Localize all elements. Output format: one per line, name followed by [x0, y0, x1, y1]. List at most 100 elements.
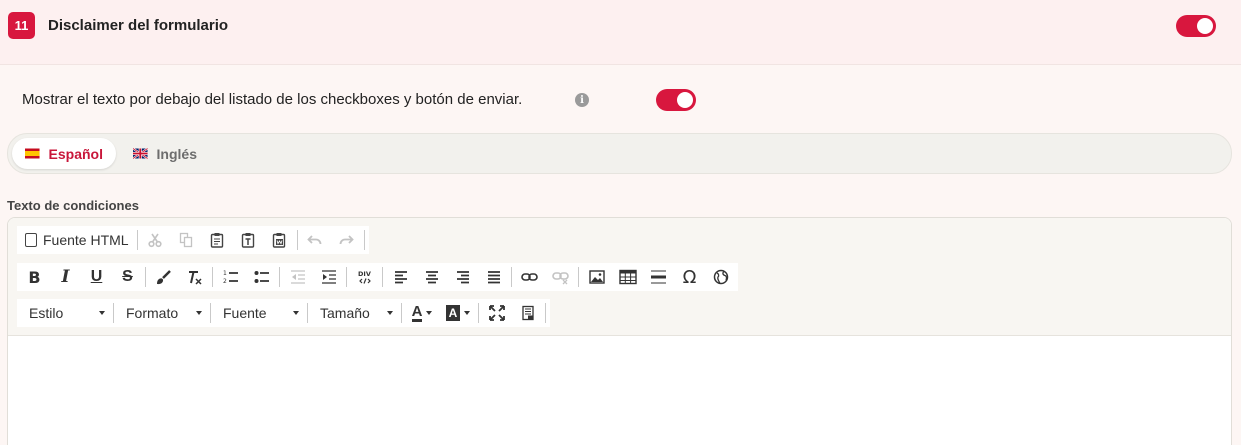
horizontal-rule-icon: [651, 270, 666, 284]
toolbar-separator: [296, 230, 298, 250]
copy-button[interactable]: [171, 226, 202, 254]
cut-icon: [148, 233, 162, 248]
rich-text-editor: Fuente HTML B I U S 1 2 DIV Ω Estilo For…: [7, 217, 1232, 445]
bold-icon: B: [28, 267, 41, 287]
chevron-down-icon: [99, 311, 105, 315]
paste-icon: [210, 233, 224, 248]
spain-flag-icon: [25, 148, 40, 159]
format-dropdown[interactable]: Formato: [116, 299, 208, 327]
toolbar-row-styles: Estilo Formato Fuente Tamaño A A: [17, 299, 550, 327]
style-dropdown[interactable]: Estilo: [19, 299, 111, 327]
font-dropdown[interactable]: Fuente: [213, 299, 305, 327]
outdent-icon: [290, 270, 305, 284]
toolbar-separator: [382, 267, 383, 287]
align-center-icon: [425, 271, 438, 284]
italic-button[interactable]: I: [50, 263, 81, 291]
toolbar-separator: [478, 303, 479, 323]
numbered-list-icon: 12: [223, 270, 238, 285]
chevron-down-icon: [387, 311, 393, 315]
section-enable-toggle[interactable]: [1176, 15, 1216, 37]
bulleted-list-button[interactable]: [246, 263, 277, 291]
tab-english[interactable]: Inglés: [120, 138, 210, 169]
link-icon: [521, 273, 538, 281]
text-color-button[interactable]: A: [404, 299, 440, 327]
paste-button[interactable]: [202, 226, 233, 254]
decrease-indent-button[interactable]: [282, 263, 313, 291]
create-div-button[interactable]: DIV: [349, 263, 380, 291]
chevron-down-icon: [464, 311, 471, 315]
undo-button[interactable]: [300, 226, 331, 254]
link-button[interactable]: [514, 263, 545, 291]
chevron-down-icon: [293, 311, 299, 315]
editor-toolbar: Fuente HTML B I U S 1 2 DIV Ω Estilo For…: [8, 218, 1231, 336]
toolbar-separator: [578, 267, 579, 287]
toggle-knob: [677, 92, 693, 108]
paste-text-icon: [241, 233, 255, 248]
toolbar-separator: [136, 230, 138, 250]
cut-button[interactable]: [140, 226, 171, 254]
copy-format-button[interactable]: [148, 263, 179, 291]
text-color-icon: A: [411, 302, 423, 322]
strikethrough-button[interactable]: S: [112, 263, 143, 291]
remove-format-button[interactable]: [179, 263, 210, 291]
copy-icon: [179, 232, 193, 248]
increase-indent-button[interactable]: [313, 263, 344, 291]
size-dropdown-label: Tamaño: [320, 305, 370, 321]
globe-icon: [713, 269, 728, 285]
tab-spanish[interactable]: Español: [12, 138, 116, 169]
show-blocks-button[interactable]: [512, 299, 543, 327]
maximize-button[interactable]: [481, 299, 512, 327]
background-color-button[interactable]: A: [440, 299, 476, 327]
style-dropdown-label: Estilo: [29, 305, 64, 321]
section-header: 11 Disclaimer del formulario: [0, 0, 1241, 65]
align-left-button[interactable]: [385, 263, 416, 291]
size-dropdown[interactable]: Tamaño: [310, 299, 399, 327]
underline-button[interactable]: U: [81, 263, 112, 291]
toolbar-separator: [545, 303, 546, 323]
uk-flag-icon: [133, 148, 148, 159]
toolbar-separator: [279, 267, 280, 287]
omega-icon: Ω: [682, 266, 697, 288]
show-below-checkboxes-toggle[interactable]: [656, 89, 696, 111]
div-container-icon: DIV: [358, 270, 370, 284]
redo-button[interactable]: [331, 226, 362, 254]
numbered-list-button[interactable]: 12: [215, 263, 246, 291]
align-left-icon: [394, 271, 407, 284]
unlink-icon: [552, 272, 569, 285]
bold-button[interactable]: B: [19, 263, 50, 291]
align-center-button[interactable]: [416, 263, 447, 291]
underline-icon: U: [90, 268, 103, 285]
unlink-button[interactable]: [545, 263, 576, 291]
step-number-badge: 11: [8, 12, 35, 39]
info-icon[interactable]: i: [575, 93, 589, 107]
chevron-down-icon: [196, 311, 202, 315]
toggle-knob: [1197, 18, 1213, 34]
align-right-icon: [456, 271, 469, 284]
align-justify-button[interactable]: [478, 263, 509, 291]
table-button[interactable]: [612, 263, 643, 291]
toolbar-separator: [363, 230, 365, 250]
image-icon: [588, 270, 605, 284]
toolbar-separator: [210, 303, 211, 323]
show-blocks-icon: [521, 305, 534, 321]
language-tabs: Español Inglés: [7, 133, 1232, 174]
special-character-button[interactable]: Ω: [674, 263, 705, 291]
format-dropdown-label: Formato: [126, 305, 179, 321]
redo-icon: [339, 235, 354, 245]
indent-icon: [321, 270, 336, 284]
toolbar-separator: [212, 267, 213, 287]
toolbar-separator: [145, 267, 146, 287]
paste-text-button[interactable]: [233, 226, 264, 254]
editor-content-area[interactable]: [8, 337, 1231, 445]
remove-format-icon: [189, 270, 202, 285]
horizontal-rule-button[interactable]: [643, 263, 674, 291]
paste-word-button[interactable]: [264, 226, 295, 254]
font-dropdown-label: Fuente: [223, 305, 267, 321]
iframe-button[interactable]: [705, 263, 736, 291]
toolbar-separator: [346, 267, 347, 287]
html-source-button[interactable]: Fuente HTML: [19, 226, 135, 254]
align-right-button[interactable]: [447, 263, 478, 291]
align-justify-icon: [487, 271, 500, 284]
image-button[interactable]: [581, 263, 612, 291]
strikethrough-icon: S: [122, 268, 133, 285]
